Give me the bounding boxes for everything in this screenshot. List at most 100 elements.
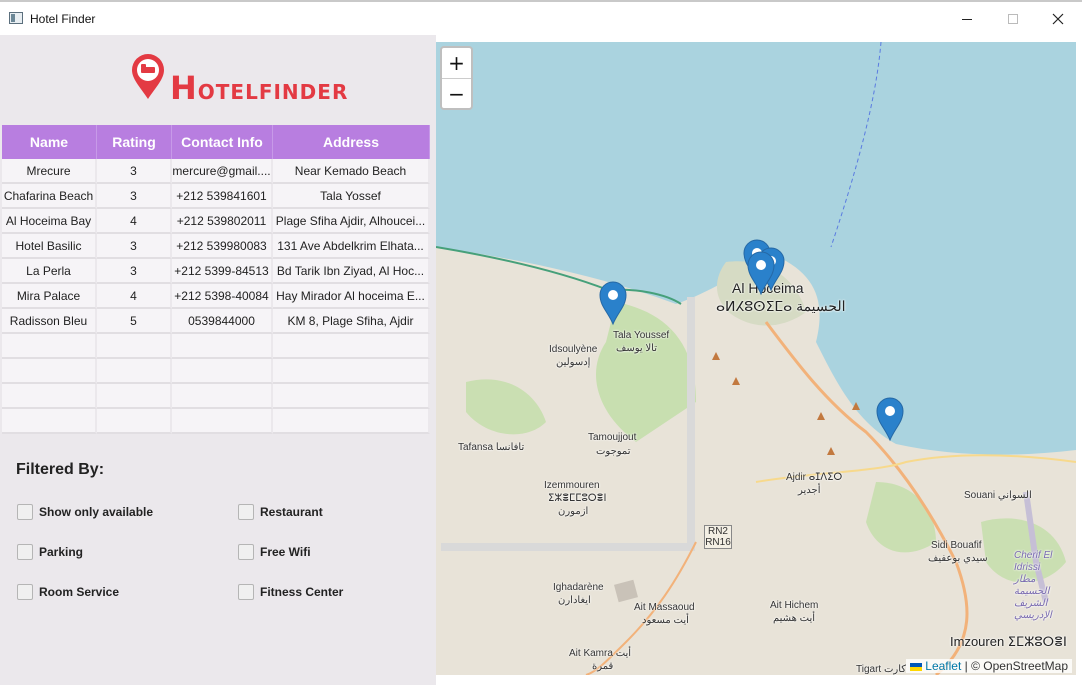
map-attribution: Leaflet | © OpenStreetMap — [906, 659, 1072, 673]
close-icon — [1052, 13, 1064, 25]
cell-name: Al Hoceima Bay — [2, 209, 97, 234]
close-button[interactable] — [1035, 4, 1081, 34]
zoom-out-button[interactable]: − — [442, 78, 471, 108]
cell-name: Mrecure — [2, 159, 97, 184]
filter-label: Parking — [39, 545, 84, 559]
checkbox[interactable] — [17, 544, 33, 560]
map-label-airport: Cherif El Idrissi مطار الحسيمة الشريف ال… — [1014, 550, 1053, 621]
checkbox[interactable] — [17, 584, 33, 600]
checkbox[interactable] — [238, 544, 254, 560]
map-label-ait-massaoud-ar: أيت مسعود — [642, 615, 689, 626]
table-row[interactable]: Mira Palace 4 +212 5398-40084 Hay Mirador A… — [2, 284, 430, 309]
map-label-tafansa: Tafansa تافانسا — [458, 442, 525, 453]
map-label-ajdir: Ajdir ⴰⵊⴷⵉⵔ — [786, 472, 843, 483]
column-header-name[interactable]: Name — [2, 125, 97, 159]
filter-label: Free Wifi — [260, 545, 311, 559]
empty-table-row[interactable] — [2, 359, 430, 384]
cell-name: La Perla — [2, 259, 97, 284]
road-shield: RN2 RN16 — [704, 525, 732, 549]
map-label-imzouren: Imzouren ⵉⵎⵣⵓⵔⴻⵏ — [950, 634, 1067, 649]
cell-name — [2, 409, 97, 434]
map-label-souani: Souani السواني — [964, 490, 1032, 501]
cell-address — [273, 359, 430, 384]
table-row[interactable]: Mrecure 3 mercure@gmail.... Near Kemado Bea… — [2, 159, 430, 184]
map-label-ighadarene: Ighadarène — [553, 582, 604, 593]
logo-text: HOTELFINDER — [170, 69, 348, 107]
cell-rating: 3 — [97, 184, 172, 209]
map-tiles — [436, 42, 1076, 675]
map-label-al-hoceima: Al Hoceima — [732, 280, 804, 296]
map-label-tala-youssef-ar: تالا يوسف — [616, 343, 657, 354]
map-label-ajdir-ar: أجدير — [798, 485, 821, 496]
cell-rating — [97, 384, 172, 409]
filter-show-only-available[interactable]: Show only available — [17, 504, 153, 520]
hotel-table: Name Rating Contact Info Address Mrecure… — [2, 125, 430, 434]
logo-text-rest: OTELFINDER — [197, 80, 349, 104]
window-title: Hotel Finder — [30, 12, 96, 26]
filter-label: Show only available — [39, 505, 154, 519]
cell-contact — [172, 359, 273, 384]
map-label-ait-massaoud: Ait Massaoud — [634, 602, 695, 613]
checkbox[interactable] — [238, 504, 254, 520]
cell-rating: 5 — [97, 309, 172, 334]
minimize-button[interactable] — [944, 4, 990, 34]
empty-table-row[interactable] — [2, 384, 430, 409]
cell-contact: +212 5398-40084 — [172, 284, 273, 309]
cell-rating: 4 — [97, 209, 172, 234]
filter-fitness-center[interactable]: Fitness Center — [238, 584, 343, 600]
checkbox[interactable] — [238, 584, 254, 600]
table-row[interactable]: Radisson Bleu 5 0539844000 KM 8, Plage Sfih… — [2, 309, 430, 334]
app-logo: HOTELFINDER — [130, 53, 347, 107]
cell-contact — [172, 334, 273, 359]
attribution-text: | © OpenStreetMap — [964, 659, 1068, 673]
map-label-sidi-bouafif-ar: سيدي بوعفيف — [928, 553, 988, 564]
cell-contact — [172, 384, 273, 409]
filter-room-service[interactable]: Room Service — [17, 584, 119, 600]
map-view[interactable]: + − Al Hoceima ⴰⵍⵃⵓⵙⵉⵎⴰ الحسيمة Tala You… — [436, 42, 1076, 675]
cell-address: 131 Ave Abdelkrim Elhata... — [273, 234, 430, 259]
map-label-tigart: Tigart كارت — [856, 664, 907, 675]
map-label-sidi-bouafif: Sidi Bouafif — [931, 540, 982, 551]
filter-restaurant[interactable]: Restaurant — [238, 504, 323, 520]
filter-label: Restaurant — [260, 505, 323, 519]
map-label-idsoulyene: Idsoulyène — [549, 344, 598, 355]
map-label-izemmouren-ar: ازمورن — [558, 506, 589, 517]
cell-address: Near Kemado Beach — [273, 159, 430, 184]
cell-address — [273, 384, 430, 409]
table-row[interactable]: Hotel Basilic 3 +212 539980083 131 Ave Abde… — [2, 234, 430, 259]
table-body: Mrecure 3 mercure@gmail.... Near Kemado Bea… — [2, 159, 430, 434]
cell-contact: +212 5399-84513 — [172, 259, 273, 284]
app-window: Hotel Finder HOTELFINDER Name Rating Con… — [0, 0, 1082, 685]
empty-table-row[interactable] — [2, 409, 430, 434]
zoom-in-button[interactable]: + — [442, 48, 471, 78]
table-row[interactable]: La Perla 3 +212 5399-84513 Bd Tarik Ibn Ziy… — [2, 259, 430, 284]
column-header-contact[interactable]: Contact Info — [172, 125, 273, 159]
table-row[interactable]: Chafarina Beach 3 +212 539841601 Tala Yosse… — [2, 184, 430, 209]
filter-free-wifi[interactable]: Free Wifi — [238, 544, 311, 560]
column-header-address[interactable]: Address — [273, 125, 430, 159]
filter-label: Room Service — [39, 585, 120, 599]
cell-address — [273, 334, 430, 359]
filter-title: Filtered By: — [16, 461, 105, 478]
cell-address: Hay Mirador Al hoceima E... — [273, 284, 430, 309]
cell-name: Hotel Basilic — [2, 234, 97, 259]
cell-contact: +212 539841601 — [172, 184, 273, 209]
map-label-izemmouren: Izemmouren — [544, 480, 600, 491]
cell-rating — [97, 359, 172, 384]
map-label-tamoujjout: Tamoujjout — [588, 432, 637, 443]
empty-table-row[interactable] — [2, 334, 430, 359]
minimize-icon — [962, 18, 972, 20]
map-label-tamoujjout-ar: تموجوت — [596, 446, 631, 457]
checkbox[interactable] — [17, 504, 33, 520]
map-label-ait-kamra: Ait Kamra أيت — [569, 648, 632, 659]
leaflet-link[interactable]: Leaflet — [925, 659, 961, 673]
filter-label: Fitness Center — [260, 585, 344, 599]
cell-contact: 0539844000 — [172, 309, 273, 334]
column-header-rating[interactable]: Rating — [97, 125, 172, 159]
filter-parking[interactable]: Parking — [17, 544, 83, 560]
table-row[interactable]: Al Hoceima Bay 4 +212 539802011 Plage Sfiha… — [2, 209, 430, 234]
cell-contact: +212 539980083 — [172, 234, 273, 259]
map-label-idsoulyene-ar: إدسولين — [556, 357, 591, 368]
map-label-ait-hichem-ar: أيت هشيم — [773, 613, 816, 624]
maximize-button[interactable] — [990, 4, 1036, 34]
